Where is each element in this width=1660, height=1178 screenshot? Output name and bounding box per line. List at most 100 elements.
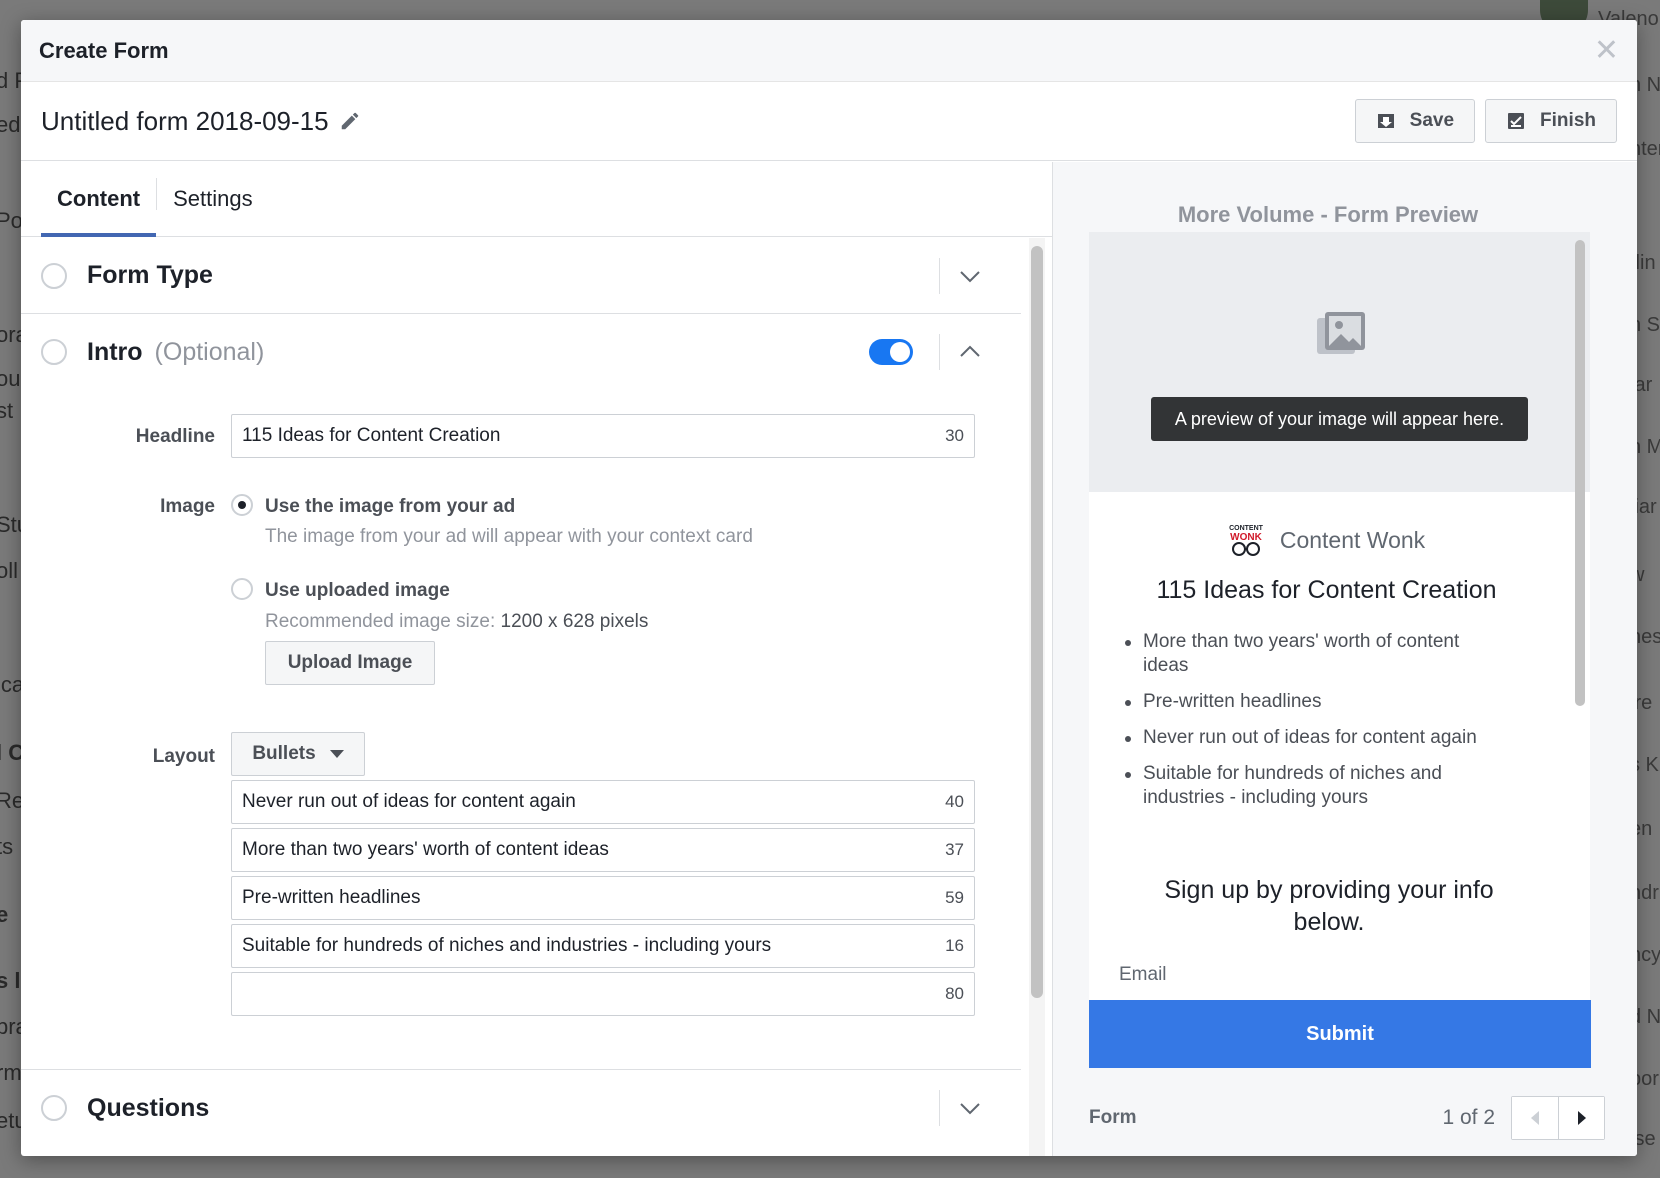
char-count: 59: [945, 888, 964, 907]
bg-fragment: ed: [0, 112, 21, 137]
close-icon[interactable]: ✕: [1594, 35, 1619, 66]
submit-button[interactable]: Submit: [1089, 1000, 1591, 1068]
recommended-size-prefix: Recommended image size:: [265, 611, 496, 632]
preview-footer-label: Form: [1089, 1107, 1137, 1128]
preview-scrollbar[interactable]: [1575, 240, 1585, 706]
headline-value: 115 Ideas for Content Creation: [242, 425, 501, 446]
preview-footer: Form 1 of 2: [1089, 1096, 1605, 1140]
editor-scrollbar[interactable]: [1031, 246, 1043, 998]
layout-select[interactable]: Bullets: [231, 732, 365, 776]
char-count: 16: [945, 936, 964, 955]
bg-fragment: rm: [0, 1060, 22, 1085]
char-count: 40: [945, 792, 964, 811]
bullet-input[interactable]: Suitable for hundreds of niches and indu…: [231, 924, 975, 968]
bg-fragment: e: [0, 902, 9, 927]
finish-icon: [1508, 113, 1525, 129]
editor-panel: Content Settings Form Type Intro (Option…: [21, 162, 1053, 1156]
section-title: Intro: [87, 337, 143, 366]
bg-fragment: oll: [0, 558, 19, 583]
section-intro[interactable]: Intro (Optional): [21, 314, 1021, 390]
brand-row: CONTENT WONK Content Wonk: [1089, 522, 1564, 558]
section-status-circle: [41, 1095, 67, 1121]
use-ad-image-radio[interactable]: [231, 494, 253, 516]
form-name-text: Untitled form 2018-09-15: [41, 105, 329, 136]
bg-fragment: s l: [0, 968, 21, 993]
bullet-value: More than two years' worth of content id…: [242, 839, 609, 860]
recommended-size: Recommended image size: 1200 x 628 pixel…: [265, 611, 648, 633]
preview-image-area: A preview of your image will appear here…: [1089, 232, 1590, 492]
triangle-left-icon: [1531, 1111, 1539, 1125]
bg-fragment: ou: [0, 366, 21, 391]
chevron-up-icon: [959, 345, 980, 357]
section-title: Questions: [87, 1093, 210, 1122]
next-page-button[interactable]: [1558, 1097, 1604, 1139]
triangle-right-icon: [1577, 1111, 1586, 1125]
caret-down-icon: [329, 750, 344, 758]
char-count: 30: [945, 426, 964, 445]
page-indicator: 1 of 2: [1442, 1106, 1495, 1129]
char-count: 37: [945, 840, 964, 859]
bg-fragment: st: [0, 398, 14, 423]
chevron-down-icon: [959, 1103, 980, 1115]
preview-title: More Volume - Form Preview: [1177, 202, 1479, 227]
email-field-label: Email: [1119, 964, 1167, 985]
pager-buttons: [1511, 1096, 1605, 1140]
save-icon: [1377, 114, 1394, 128]
brand-logo-text-top: CONTENT: [1229, 525, 1264, 532]
bullet-value: Suitable for hundreds of niches and indu…: [242, 935, 772, 956]
bullet-input[interactable]: More than two years' worth of content id…: [231, 828, 975, 872]
preview-panel: More Volume - Form Preview A preview of …: [1053, 162, 1637, 1156]
use-ad-image-title[interactable]: Use the image from your ad: [265, 496, 515, 518]
bullet-input[interactable]: Pre-written headlines 59: [231, 876, 975, 920]
pencil-icon[interactable]: [339, 110, 361, 132]
use-uploaded-image-radio[interactable]: [231, 578, 253, 600]
upload-image-button[interactable]: Upload Image: [265, 641, 435, 685]
intro-toggle[interactable]: [869, 339, 913, 365]
tab-settings[interactable]: Settings: [157, 162, 269, 236]
expand-button[interactable]: [939, 258, 999, 294]
brand-logo: CONTENT WONK: [1228, 522, 1264, 558]
modal-header: Create Form ✕: [21, 20, 1637, 82]
editor-content: Form Type Intro (Optional) Headline 115 …: [21, 238, 1021, 1156]
layout-label: Layout: [152, 746, 215, 767]
signup-text: Sign up by providing your info below.: [1164, 876, 1494, 936]
preview-headline: 115 Ideas for Content Creation: [1156, 576, 1497, 604]
finish-label: Finish: [1540, 110, 1596, 131]
bg-fragment: ts: [0, 834, 14, 859]
list-item: Suitable for hundreds of niches and indu…: [1125, 762, 1505, 810]
previous-page-button[interactable]: [1512, 1097, 1558, 1139]
bullet-input[interactable]: 80: [231, 972, 975, 1016]
image-placeholder-icon: [1317, 312, 1365, 354]
layout-value: Bullets: [252, 743, 316, 764]
section-questions[interactable]: Questions: [21, 1070, 1021, 1146]
section-status-circle: [41, 339, 67, 365]
create-form-modal: Create Form ✕ Untitled form 2018-09-15 S…: [21, 20, 1637, 1156]
finish-button[interactable]: Finish: [1485, 99, 1617, 143]
brand-logo-text-bottom: WONK: [1230, 532, 1262, 543]
list-item: More than two years' worth of content id…: [1125, 630, 1505, 678]
modal-title: Create Form: [39, 37, 169, 63]
use-uploaded-image-title[interactable]: Use uploaded image: [265, 580, 450, 602]
recommended-size-value: 1200 x 628 pixels: [500, 611, 649, 632]
section-status-circle: [41, 262, 67, 289]
list-item: Pre-written headlines: [1125, 690, 1505, 714]
expand-button[interactable]: [939, 1090, 999, 1126]
image-label: Image: [160, 496, 215, 517]
section-form-type[interactable]: Form Type: [21, 238, 1021, 314]
bullet-value: Never run out of ideas for content again: [242, 791, 576, 812]
form-name: Untitled form 2018-09-15: [41, 106, 361, 137]
preview-card: A preview of your image will appear here…: [1089, 232, 1590, 1064]
bg-fragment: Po: [0, 208, 23, 233]
image-preview-note: A preview of your image will appear here…: [1151, 397, 1528, 441]
tab-content[interactable]: Content: [41, 162, 157, 237]
form-bar: Untitled form 2018-09-15 Save Finish: [21, 82, 1637, 161]
optional-label: (Optional): [154, 337, 265, 366]
collapse-button[interactable]: [939, 334, 999, 370]
headline-input[interactable]: 115 Ideas for Content Creation 30: [231, 414, 975, 458]
pager: 1 of 2: [1442, 1096, 1605, 1140]
save-button[interactable]: Save: [1354, 99, 1476, 143]
form-actions: Save Finish: [1354, 99, 1617, 143]
bullet-input[interactable]: Never run out of ideas for content again…: [231, 780, 975, 824]
tab-bar: Content Settings: [21, 162, 1052, 237]
preview-bullet-list: More than two years' worth of content id…: [1125, 630, 1505, 822]
